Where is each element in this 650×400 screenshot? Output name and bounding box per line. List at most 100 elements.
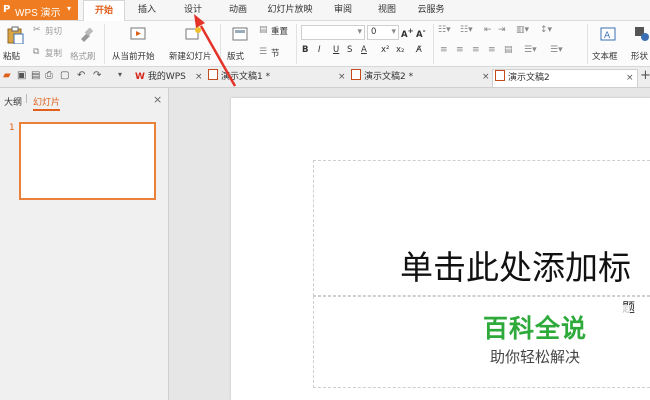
doc-tab-presentation-1[interactable]: 演示文稿1 * × [206, 69, 346, 86]
tab-review[interactable]: 审阅 [326, 0, 360, 20]
open-folder-icon[interactable]: ▰ [3, 70, 11, 81]
format-painter-label: 格式刷 [70, 52, 96, 62]
justify-icon[interactable]: ≡ [488, 45, 496, 55]
save-icon[interactable]: ▣ [17, 70, 26, 81]
play-slide-icon [130, 27, 146, 40]
chevron-down-icon: ▾ [357, 27, 362, 37]
add-tab-icon[interactable]: + [640, 68, 650, 83]
export-pdf-icon[interactable]: ▤ [31, 70, 40, 81]
numbered-list-icon[interactable]: ☷▾ [460, 25, 473, 35]
underline-icon[interactable]: U [333, 45, 339, 55]
chevron-down-icon: ▾ [391, 27, 396, 37]
increase-indent-icon[interactable]: ⇥ [498, 25, 506, 35]
app-name: WPS 演示 [15, 8, 61, 19]
tab-home[interactable]: 开始 [83, 0, 125, 22]
font-color-icon[interactable]: A [361, 45, 367, 55]
superscript-icon[interactable]: x² [381, 45, 389, 55]
reset-button[interactable]: ▤ 重置 [259, 25, 288, 37]
close-icon[interactable]: × [626, 70, 634, 87]
slide-thumbnail[interactable] [19, 122, 156, 200]
tab-outline[interactable]: 大纲 [4, 95, 22, 108]
italic-icon[interactable]: I [318, 45, 321, 55]
font-size-select[interactable]: 0 ▾ [367, 25, 399, 40]
tab-animation[interactable]: 动画 [221, 0, 255, 20]
brush-icon [81, 27, 94, 42]
font-size-value: 0 [371, 27, 377, 37]
clipboard-icon [7, 26, 24, 44]
tab-cloud[interactable]: 云服务 [414, 0, 448, 20]
layout-label: 版式 [227, 52, 245, 62]
redo-icon[interactable]: ↷ [93, 70, 101, 81]
close-icon[interactable]: × [482, 69, 490, 86]
ribbon-separator [220, 24, 221, 64]
ribbon-separator [296, 24, 297, 64]
preview-icon[interactable]: ▢ [60, 70, 69, 81]
presentation-file-icon [495, 70, 505, 81]
doc-tab-label: 演示文稿1 * [221, 72, 271, 82]
line-spacing-icon[interactable]: ☰▾ [524, 45, 537, 55]
from-current-label: 从当前开始 [112, 52, 155, 62]
wps-w-icon: W [135, 72, 145, 82]
wps-logo-icon: P [3, 4, 11, 15]
chevron-down-icon[interactable]: ▾ [118, 70, 122, 79]
title-placeholder[interactable]: 单击此处添加标 [313, 160, 650, 296]
section-icon: ☰ [259, 47, 268, 57]
grow-font-icon[interactable]: A+ [401, 26, 414, 40]
tab-slides[interactable]: 幻灯片 [33, 95, 61, 111]
subscript-icon[interactable]: x₂ [396, 45, 404, 55]
shrink-font-icon[interactable]: A- [416, 26, 426, 40]
close-icon[interactable]: × [195, 69, 203, 86]
doc-tab-my-wps[interactable]: W 我的WPS × [133, 69, 205, 86]
from-current-button[interactable]: 从当前开始 [110, 24, 162, 64]
section-label: 节 [271, 49, 280, 59]
doc-tab-presentation-2[interactable]: 演示文稿2 × [492, 69, 638, 87]
text-box-button[interactable]: A 文本框 [590, 24, 626, 64]
tab-slideshow[interactable]: 幻灯片放映 [262, 0, 318, 20]
close-panel-icon[interactable]: × [153, 93, 162, 106]
align-center-icon[interactable]: ≡ [456, 45, 464, 55]
section-button[interactable]: ☰ 节 [259, 47, 280, 59]
reset-icon: ▤ [259, 25, 268, 35]
shape-icon [635, 27, 649, 41]
bold-icon[interactable]: B [302, 45, 308, 55]
doc-tab-presentation-2-modified[interactable]: 演示文稿2 * × [349, 69, 491, 86]
tab-design[interactable]: 设计 [176, 0, 210, 20]
presentation-file-icon [351, 69, 361, 80]
font-name-select[interactable]: ▾ [301, 25, 365, 40]
copy-button[interactable]: ⧉ 复制 [33, 47, 62, 59]
layout-icon [232, 27, 248, 41]
bullet-list-icon[interactable]: ☷▾ [438, 25, 451, 35]
tab-view[interactable]: 视图 [370, 0, 404, 20]
undo-icon[interactable]: ↶ [77, 70, 85, 81]
app-menu-button[interactable]: P WPS 演示 ▾ [0, 0, 78, 20]
align-right-icon[interactable]: ≡ [472, 45, 480, 55]
slide-number: 1 [9, 123, 15, 133]
reset-label: 重置 [271, 27, 289, 37]
align-left-icon[interactable]: ≡ [440, 45, 448, 55]
copy-icon: ⧉ [33, 47, 40, 57]
copy-label: 复制 [45, 49, 63, 59]
print-icon[interactable]: ⎙ [45, 70, 53, 81]
text-direction-icon[interactable]: ↕▾ [540, 25, 552, 35]
shape-button[interactable]: 形状 [630, 24, 650, 64]
paragraph-settings-icon[interactable]: ☰▾ [550, 45, 563, 55]
scissors-icon: ✂ [33, 25, 41, 35]
format-painter-button[interactable]: 格式刷 [70, 24, 100, 64]
columns-icon[interactable]: ▥▾ [516, 25, 529, 35]
shape-label: 形状 [631, 52, 649, 62]
strikethrough-icon[interactable]: S [347, 45, 352, 55]
layout-button[interactable]: 版式 [226, 24, 254, 64]
text-box-icon: A [600, 27, 616, 41]
watermark-title: 百科全说 [483, 314, 588, 343]
distributed-icon[interactable]: ▤ [504, 45, 513, 55]
new-slide-button[interactable]: 新建幻灯片 [168, 24, 214, 64]
cut-button[interactable]: ✂ 剪切 [33, 25, 62, 37]
paste-button[interactable]: 粘贴 [3, 24, 27, 64]
clear-format-icon[interactable]: A̸ [416, 45, 422, 55]
decrease-indent-icon[interactable]: ⇤ [484, 25, 492, 35]
tab-insert[interactable]: 插入 [130, 0, 164, 20]
paste-label: 粘贴 [3, 52, 21, 62]
ribbon-separator [433, 24, 434, 64]
close-icon[interactable]: × [338, 69, 346, 86]
new-slide-label: 新建幻灯片 [169, 52, 212, 62]
